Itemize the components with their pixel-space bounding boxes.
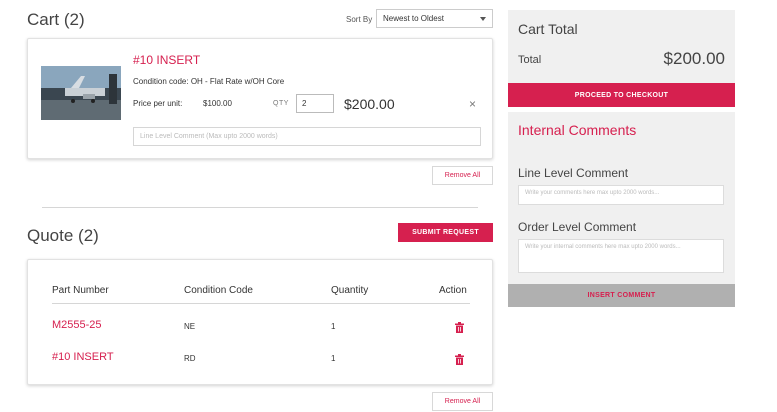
sort-value: Newest to Oldest [383, 14, 444, 23]
quote-row-part-link[interactable]: M2555-25 [52, 319, 102, 331]
total-label: Total [518, 54, 542, 66]
close-icon[interactable]: × [469, 97, 476, 111]
quote-row-condition: NE [184, 322, 196, 331]
submit-request-button[interactable]: SUBMIT REQUEST [398, 223, 493, 242]
insert-comment-button[interactable]: INSERT COMMENT [508, 284, 735, 307]
item-title[interactable]: #10 INSERT [133, 53, 200, 67]
cart-total-panel: Cart Total Total $200.00 [508, 10, 735, 83]
cart-total-title: Cart Total [518, 21, 578, 37]
order-level-comment-textarea[interactable]: Write your internal comments here max up… [518, 239, 724, 273]
trash-icon[interactable] [455, 352, 464, 370]
column-header-condition-code: Condition Code [184, 285, 253, 296]
line-level-comment-input[interactable]: Write your comments here max upto 2000 w… [518, 185, 724, 205]
chevron-down-icon [480, 16, 486, 21]
cart-title: Cart (2) [27, 10, 85, 29]
quote-row-quantity: 1 [331, 322, 336, 331]
item-condition: Condition code: OH - Flat Rate w/OH Core [133, 77, 285, 86]
item-image [41, 66, 121, 120]
order-level-comment-label: Order Level Comment [518, 220, 637, 234]
quote-row-quantity: 1 [331, 354, 336, 363]
internal-comments-panel: Internal Comments Line Level Comment Wri… [508, 112, 735, 284]
quote-title: Quote (2) [27, 226, 99, 245]
quote-table-card: Part Number Condition Code Quantity Acti… [27, 259, 493, 385]
trash-icon[interactable] [455, 320, 464, 338]
quantity-input[interactable]: 2 [296, 94, 334, 113]
quote-row-part-link[interactable]: #10 INSERT [52, 351, 114, 363]
quote-row-condition: RD [184, 354, 196, 363]
line-comment-input[interactable]: Line Level Comment (Max upto 2000 words) [133, 127, 481, 146]
qty-label: QTY [273, 100, 289, 107]
proceed-to-checkout-button[interactable]: PROCEED TO CHECKOUT [508, 83, 735, 107]
sort-select[interactable]: Newest to Oldest [376, 9, 493, 28]
section-divider [42, 207, 478, 208]
column-header-part-number: Part Number [52, 285, 109, 296]
quote-remove-all-button[interactable]: Remove All [432, 392, 493, 411]
table-header-divider [52, 303, 470, 304]
internal-comments-title: Internal Comments [518, 122, 637, 138]
line-total: $200.00 [344, 96, 395, 112]
line-level-comment-label: Line Level Comment [518, 166, 629, 180]
sort-label: Sort By [346, 15, 373, 24]
column-header-quantity: Quantity [331, 285, 369, 296]
column-header-action: Action [439, 285, 467, 296]
cart-item-card: #10 INSERT Condition code: OH - Flat Rat… [27, 38, 493, 159]
cart-remove-all-button[interactable]: Remove All [432, 166, 493, 185]
price-value: $100.00 [203, 99, 232, 108]
total-value: $200.00 [663, 49, 725, 68]
price-label: Price per unit: [133, 99, 183, 108]
